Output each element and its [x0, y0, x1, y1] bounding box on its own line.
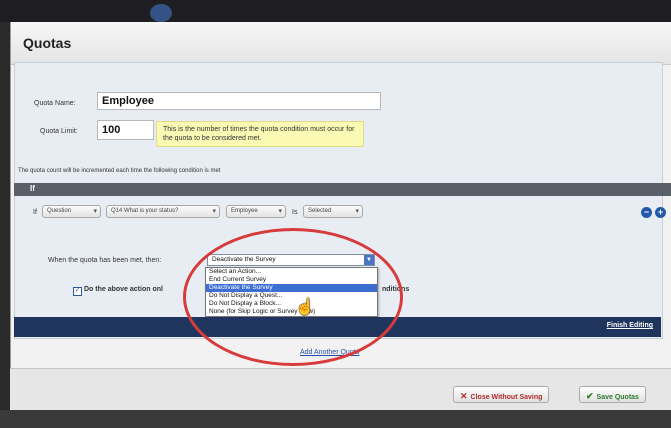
- condition-is-label: Is: [292, 209, 298, 216]
- action-options-list: Select an Action... End Current Survey D…: [205, 267, 378, 317]
- quota-limit-hint: This is the number of times the quota co…: [156, 121, 364, 147]
- condition-if-label: If: [33, 209, 37, 216]
- condition-header-bar: If: [14, 183, 671, 196]
- action-selected-value: Deactivate the Survey: [212, 256, 276, 263]
- minus-circle-icon[interactable]: −: [641, 207, 652, 218]
- condition-type-dropdown[interactable]: Question: [42, 205, 101, 218]
- condition-state-dropdown[interactable]: Selected: [303, 205, 363, 218]
- action-select[interactable]: Deactivate the Survey ▼: [207, 254, 375, 266]
- dialog-header: Quotas: [11, 22, 671, 65]
- dialog-footer: ✕ Close Without Saving ✔ Save Quotas: [10, 368, 671, 411]
- save-quotas-button[interactable]: ✔ Save Quotas: [579, 386, 646, 403]
- quota-name-input[interactable]: Employee: [97, 92, 381, 110]
- dialog-title: Quotas: [23, 35, 72, 51]
- check-icon: ✔: [586, 391, 594, 401]
- add-another-quota-link[interactable]: Add Another Quota: [300, 349, 360, 356]
- action-once-label-tail: nditions: [382, 286, 410, 293]
- finish-editing-link[interactable]: Finish Editing: [607, 322, 653, 329]
- action-once-checkbox[interactable]: ✓: [73, 287, 82, 296]
- save-quotas-label: Save Quotas: [596, 394, 639, 401]
- action-label: When the quota has been met, then:: [48, 257, 162, 264]
- hand-cursor-icon: ☝: [295, 299, 315, 316]
- close-without-saving-label: Close Without Saving: [470, 394, 543, 401]
- if-bar-label: If: [30, 184, 35, 193]
- background-window-strip: [0, 0, 671, 22]
- action-option[interactable]: None (for Skip Logic or Survey Flow): [206, 308, 377, 316]
- action-option[interactable]: Do Not Display a Quest...: [206, 292, 377, 300]
- quota-name-label: Quota Name:: [34, 100, 76, 107]
- condition-choice-dropdown[interactable]: Employee: [226, 205, 286, 218]
- quota-count-description: The quota count will be incremented each…: [18, 168, 221, 174]
- close-without-saving-button[interactable]: ✕ Close Without Saving: [453, 386, 550, 403]
- chevron-down-icon[interactable]: ▼: [364, 255, 374, 265]
- background-logo: [150, 4, 172, 22]
- action-option-highlighted[interactable]: Deactivate the Survey: [206, 284, 377, 292]
- action-once-label: Do the above action onl: [84, 286, 163, 293]
- x-icon: ✕: [460, 391, 468, 401]
- action-option[interactable]: Select an Action...: [206, 268, 377, 276]
- action-option[interactable]: Do Not Display a Block...: [206, 300, 377, 308]
- quota-limit-label: Quota Limit:: [40, 128, 78, 135]
- action-option[interactable]: End Current Survey: [206, 276, 377, 284]
- bottom-taskbar-strip: [0, 410, 671, 428]
- quota-limit-input[interactable]: 100: [97, 120, 154, 140]
- condition-question-dropdown[interactable]: Q14 What is your status?: [106, 205, 220, 218]
- quota-footer-bar: Finish Editing: [14, 317, 661, 337]
- plus-circle-icon[interactable]: +: [655, 207, 666, 218]
